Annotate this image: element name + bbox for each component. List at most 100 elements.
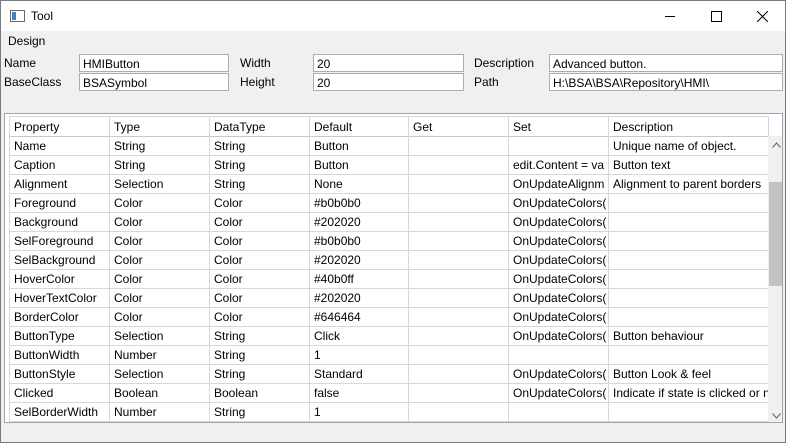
window-app-icon[interactable]: [10, 10, 25, 22]
cell-property[interactable]: SelBackground: [9, 251, 110, 270]
description-field[interactable]: Advanced button.: [549, 54, 783, 72]
table-row[interactable]: Alignment Selection String None OnUpdateAlig…: [9, 175, 769, 194]
column-header-default[interactable]: Default: [310, 117, 409, 138]
cell-datatype[interactable]: Color: [210, 251, 310, 270]
cell-datatype[interactable]: Color: [210, 213, 310, 232]
close-button[interactable]: [739, 1, 785, 31]
cell-datatype[interactable]: String: [210, 327, 310, 346]
cell-default[interactable]: 1: [310, 403, 409, 422]
cell-property[interactable]: BorderColor: [9, 308, 110, 327]
cell-description[interactable]: Button behaviour: [609, 327, 769, 346]
cell-get[interactable]: [409, 175, 509, 194]
cell-datatype[interactable]: String: [210, 346, 310, 365]
cell-default[interactable]: false: [310, 384, 409, 403]
column-header-datatype[interactable]: DataType: [210, 117, 310, 138]
cell-description[interactable]: [609, 289, 769, 308]
table-row[interactable]: Foreground Color Color #b0b0b0 OnUpdateColor…: [9, 194, 769, 213]
table-row[interactable]: HoverColor Color Color #40b0ff OnUpdateColor…: [9, 270, 769, 289]
table-row[interactable]: HoverTextColor Color Color #202020 OnUpdateC…: [9, 289, 769, 308]
column-header-set[interactable]: Set: [509, 117, 609, 138]
cell-property[interactable]: HoverTextColor: [9, 289, 110, 308]
scroll-down-button[interactable]: [768, 407, 782, 422]
cell-type[interactable]: String: [110, 156, 210, 175]
cell-get[interactable]: [409, 346, 509, 365]
cell-set[interactable]: [509, 403, 609, 422]
cell-set[interactable]: OnUpdateColors(: [509, 270, 609, 289]
cell-get[interactable]: [409, 213, 509, 232]
cell-property[interactable]: Name: [9, 137, 110, 156]
cell-type[interactable]: Color: [110, 308, 210, 327]
cell-description[interactable]: [609, 346, 769, 365]
cell-type[interactable]: Color: [110, 194, 210, 213]
cell-type[interactable]: Selection: [110, 365, 210, 384]
width-field[interactable]: 20: [313, 54, 464, 72]
table-row[interactable]: BorderColor Color Color #646464 OnUpdateColo…: [9, 308, 769, 327]
cell-set[interactable]: OnUpdateColors(: [509, 365, 609, 384]
cell-description[interactable]: Button Look & feel: [609, 365, 769, 384]
cell-default[interactable]: Click: [310, 327, 409, 346]
cell-type[interactable]: Color: [110, 232, 210, 251]
cell-default[interactable]: Button: [310, 156, 409, 175]
cell-datatype[interactable]: Color: [210, 308, 310, 327]
table-row[interactable]: Caption String String Button edit.Content = …: [9, 156, 769, 175]
scrollbar-thumb[interactable]: [769, 182, 782, 286]
cell-get[interactable]: [409, 365, 509, 384]
cell-set[interactable]: OnUpdateColors(: [509, 308, 609, 327]
minimize-button[interactable]: [647, 1, 693, 31]
cell-datatype[interactable]: String: [210, 365, 310, 384]
cell-property[interactable]: ButtonStyle: [9, 365, 110, 384]
table-row[interactable]: SelForeground Color Color #b0b0b0 OnUpdateCo…: [9, 232, 769, 251]
cell-property[interactable]: Caption: [9, 156, 110, 175]
cell-datatype[interactable]: String: [210, 137, 310, 156]
cell-get[interactable]: [409, 137, 509, 156]
scroll-up-button[interactable]: [768, 136, 782, 153]
title-bar[interactable]: Tool: [1, 1, 785, 31]
cell-property[interactable]: SelBorderWidth: [9, 403, 110, 422]
cell-datatype[interactable]: Color: [210, 289, 310, 308]
cell-set[interactable]: OnUpdateColors(: [509, 289, 609, 308]
table-row[interactable]: Name String String Button Unique name of obj…: [9, 137, 769, 156]
cell-set[interactable]: OnUpdateColors(: [509, 213, 609, 232]
menu-item-design[interactable]: Design: [8, 34, 45, 48]
cell-get[interactable]: [409, 403, 509, 422]
cell-get[interactable]: [409, 327, 509, 346]
cell-type[interactable]: Color: [110, 213, 210, 232]
height-field[interactable]: 20: [313, 73, 464, 91]
table-row[interactable]: SelBackground Color Color #202020 OnUpdateCo…: [9, 251, 769, 270]
cell-get[interactable]: [409, 194, 509, 213]
cell-default[interactable]: 1: [310, 346, 409, 365]
cell-default[interactable]: #202020: [310, 289, 409, 308]
cell-get[interactable]: [409, 270, 509, 289]
cell-default[interactable]: None: [310, 175, 409, 194]
cell-property[interactable]: HoverColor: [9, 270, 110, 289]
column-header-description[interactable]: Description: [609, 117, 769, 138]
property-grid[interactable]: Property Type DataType Default Get Set D…: [4, 113, 783, 423]
vertical-scrollbar[interactable]: [768, 136, 782, 422]
cell-datatype[interactable]: Color: [210, 232, 310, 251]
cell-set[interactable]: OnUpdateColors(: [509, 194, 609, 213]
cell-set[interactable]: OnUpdateColors(: [509, 384, 609, 403]
cell-set[interactable]: OnUpdateColors(: [509, 232, 609, 251]
cell-set[interactable]: [509, 346, 609, 365]
cell-get[interactable]: [409, 289, 509, 308]
cell-default[interactable]: Button: [310, 137, 409, 156]
cell-get[interactable]: [409, 384, 509, 403]
cell-type[interactable]: Boolean: [110, 384, 210, 403]
cell-get[interactable]: [409, 251, 509, 270]
cell-description[interactable]: Button text: [609, 156, 769, 175]
cell-get[interactable]: [409, 156, 509, 175]
cell-datatype[interactable]: String: [210, 175, 310, 194]
cell-set[interactable]: OnUpdateColors(: [509, 327, 609, 346]
cell-default[interactable]: #40b0ff: [310, 270, 409, 289]
column-header-property[interactable]: Property: [9, 117, 110, 138]
column-header-get[interactable]: Get: [409, 117, 509, 138]
cell-get[interactable]: [409, 232, 509, 251]
table-row[interactable]: Background Color Color #202020 OnUpdateColor…: [9, 213, 769, 232]
name-field[interactable]: HMIButton: [79, 54, 229, 72]
cell-description[interactable]: [609, 308, 769, 327]
cell-property[interactable]: ButtonType: [9, 327, 110, 346]
cell-default[interactable]: #646464: [310, 308, 409, 327]
maximize-button[interactable]: [693, 1, 739, 31]
cell-datatype[interactable]: String: [210, 156, 310, 175]
cell-description[interactable]: [609, 403, 769, 422]
